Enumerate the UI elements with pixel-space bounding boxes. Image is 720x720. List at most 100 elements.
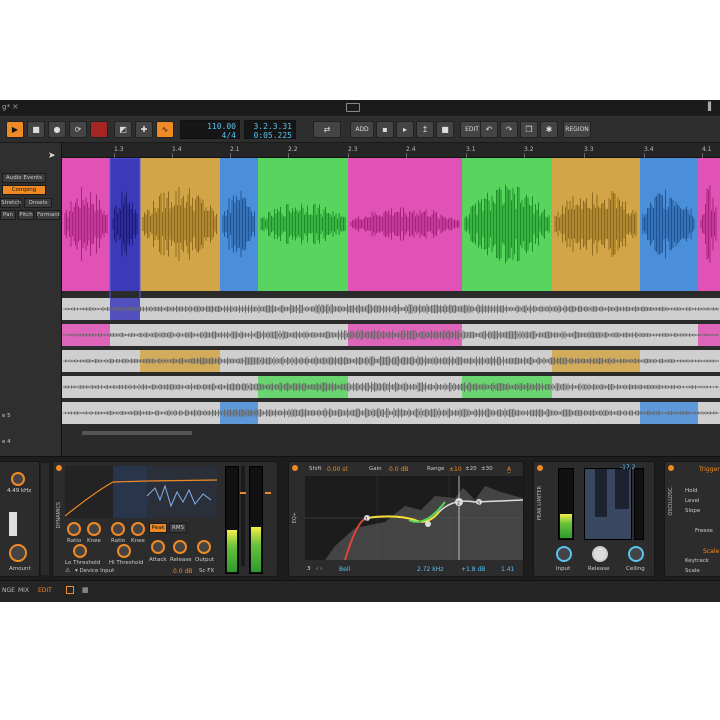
horizontal-scrollbar[interactable] xyxy=(82,431,192,435)
freq-knob[interactable] xyxy=(11,472,25,486)
sc-fx-button[interactable]: Sc FX xyxy=(199,568,214,574)
input-knob[interactable] xyxy=(556,546,572,562)
region-button[interactable]: REGION xyxy=(563,121,591,138)
hold-label: Hold xyxy=(685,488,698,494)
limiter-title[interactable]: PEAK LIMITER xyxy=(537,486,543,520)
sidechain-icon[interactable]: ⚠ xyxy=(65,567,73,575)
lo-threshold-knob[interactable] xyxy=(73,544,87,558)
ratio-hi-knob[interactable] xyxy=(111,522,125,536)
ceiling-knob[interactable] xyxy=(628,546,644,562)
arrange-tab[interactable]: NGE xyxy=(2,587,15,594)
tab-title[interactable]: g* xyxy=(2,103,10,111)
peak-button[interactable]: Peak xyxy=(149,523,167,533)
tempo-display[interactable]: 110.00 4/4 xyxy=(180,120,240,140)
shift-value[interactable]: 0.00 st xyxy=(327,466,348,473)
range-option-20[interactable]: ±20 xyxy=(465,466,477,472)
release-knob-limiter[interactable] xyxy=(592,546,608,562)
output-knob[interactable] xyxy=(197,540,211,554)
attack-knob[interactable] xyxy=(151,540,165,554)
undo-icon[interactable]: ↶ xyxy=(480,121,498,138)
band-type[interactable]: Bell xyxy=(339,566,350,573)
window-control-icon[interactable]: ▌ xyxy=(708,102,714,111)
add-button[interactable]: ADD xyxy=(350,121,374,138)
rms-button[interactable]: RMS xyxy=(169,523,187,533)
gain-handle[interactable] xyxy=(265,492,271,494)
band-freq-value[interactable]: 2.72 kHz xyxy=(417,566,443,573)
stretch-button[interactable]: Stretch xyxy=(0,198,21,208)
settings-icon[interactable]: ✱ xyxy=(540,121,558,138)
tempo-value[interactable]: 110.00 xyxy=(184,122,236,131)
freeze-button[interactable]: Freeze xyxy=(695,528,713,534)
square-icon[interactable]: ■ xyxy=(436,121,454,138)
add-marker-icon[interactable]: ✚ xyxy=(135,121,153,138)
audio-events-button[interactable]: Audio Events xyxy=(2,173,46,183)
formant-button[interactable]: Formant xyxy=(36,210,60,220)
dynamics-title[interactable]: DYNAMICS xyxy=(56,502,62,528)
band-gain-value[interactable]: +1.8 dB xyxy=(461,566,485,573)
time-signature[interactable]: 4/4 xyxy=(184,131,236,140)
threshold-handle[interactable] xyxy=(240,492,246,494)
eq-power-icon[interactable] xyxy=(292,465,298,471)
power-icon[interactable] xyxy=(56,465,62,471)
band-q-value[interactable]: 1.41 xyxy=(501,566,514,573)
comping-button[interactable]: Comping xyxy=(2,185,46,195)
pointer-icon[interactable]: ➤ xyxy=(48,151,56,161)
band-nav-icon[interactable]: ‹ › xyxy=(316,566,322,572)
pan-button[interactable]: Pan xyxy=(0,210,16,220)
ratio-lo-knob[interactable] xyxy=(67,522,81,536)
onsets-button[interactable]: Onsets xyxy=(24,198,52,208)
save-icon[interactable]: ▪ xyxy=(376,121,394,138)
redo-icon[interactable]: ↷ xyxy=(500,121,518,138)
panel-layout-icon[interactable] xyxy=(66,586,74,594)
eq-graph[interactable]: 1 2 3 xyxy=(305,476,523,560)
grid-icon[interactable]: ▦ xyxy=(82,586,90,594)
knee-hi-knob[interactable] xyxy=(131,522,145,536)
transport-toolbar: ▶ ■ ● ⟳ ◩ ✚ ∿ 110.00 4/4 3.2.3.31 0:05.2… xyxy=(0,117,720,143)
range-option-30[interactable]: ±30 xyxy=(481,466,493,472)
lane-label-5[interactable]: e 5 xyxy=(2,413,11,419)
timeline-ruler[interactable]: 1.3 1.4 2.1 2.2 2.3 2.4 3.1 3.2 3.3 3.4 4.1 xyxy=(62,143,720,158)
edit-tab[interactable]: EDIT xyxy=(38,587,52,594)
dynamics-graph[interactable] xyxy=(65,466,217,518)
osc-title[interactable]: OSCILLOSC. xyxy=(668,486,674,516)
pitch-button[interactable]: Pitch xyxy=(18,210,34,220)
mix-tab[interactable]: MIX xyxy=(18,587,29,594)
knee-hi-label: Knee xyxy=(131,538,145,544)
lane-label-4[interactable]: e 4 xyxy=(2,439,11,445)
record-button[interactable]: ● xyxy=(48,121,66,138)
osc-power-icon[interactable] xyxy=(668,465,674,471)
range-option-10[interactable]: ±10 xyxy=(449,466,462,473)
amount-knob[interactable] xyxy=(9,544,27,562)
limiter-power-icon[interactable] xyxy=(537,465,543,471)
position-display[interactable]: 3.2.3.31 0:05.225 xyxy=(244,120,296,140)
automation-icon[interactable]: ∿ xyxy=(156,121,174,138)
hi-threshold-knob[interactable] xyxy=(117,544,131,558)
band-count[interactable]: 3 xyxy=(307,566,311,572)
device-input-selector[interactable]: ▾ Device Input xyxy=(75,568,114,574)
knee-lo-knob[interactable] xyxy=(87,522,101,536)
play-clip-icon[interactable]: ▸ xyxy=(396,121,414,138)
arm-record-button[interactable] xyxy=(90,121,108,138)
close-icon[interactable]: × xyxy=(12,102,19,111)
release-knob[interactable] xyxy=(173,540,187,554)
gain-value[interactable]: 0.0 dB xyxy=(389,466,408,473)
loop-mode-icon[interactable]: ⇄ xyxy=(313,121,341,138)
loop-button[interactable]: ⟳ xyxy=(69,121,87,138)
trigger-label[interactable]: Trigger xyxy=(699,466,720,473)
lo-threshold-label: Lo Threshold xyxy=(65,560,101,566)
hi-threshold-label: Hi Threshold xyxy=(109,560,144,566)
metronome-icon[interactable]: ◩ xyxy=(114,121,132,138)
freq-value[interactable]: 4.49 kHz xyxy=(7,488,31,494)
play-button[interactable]: ▶ xyxy=(6,121,24,138)
analyzer-icon[interactable]: A̲ xyxy=(507,466,511,473)
output-value[interactable]: 0.0 dB xyxy=(173,568,192,575)
mode-switch[interactable] xyxy=(9,512,17,536)
export-icon[interactable]: ↥ xyxy=(416,121,434,138)
eq-title[interactable]: EQ+ xyxy=(292,512,298,523)
limiter-gr-graph xyxy=(584,468,632,540)
stop-button[interactable]: ■ xyxy=(27,121,45,138)
copy-icon[interactable]: ❐ xyxy=(520,121,538,138)
limiter-output-meter xyxy=(634,468,644,540)
ruler-tick: 2.3 xyxy=(348,146,358,153)
pointer-tool-icon[interactable] xyxy=(6,274,46,284)
